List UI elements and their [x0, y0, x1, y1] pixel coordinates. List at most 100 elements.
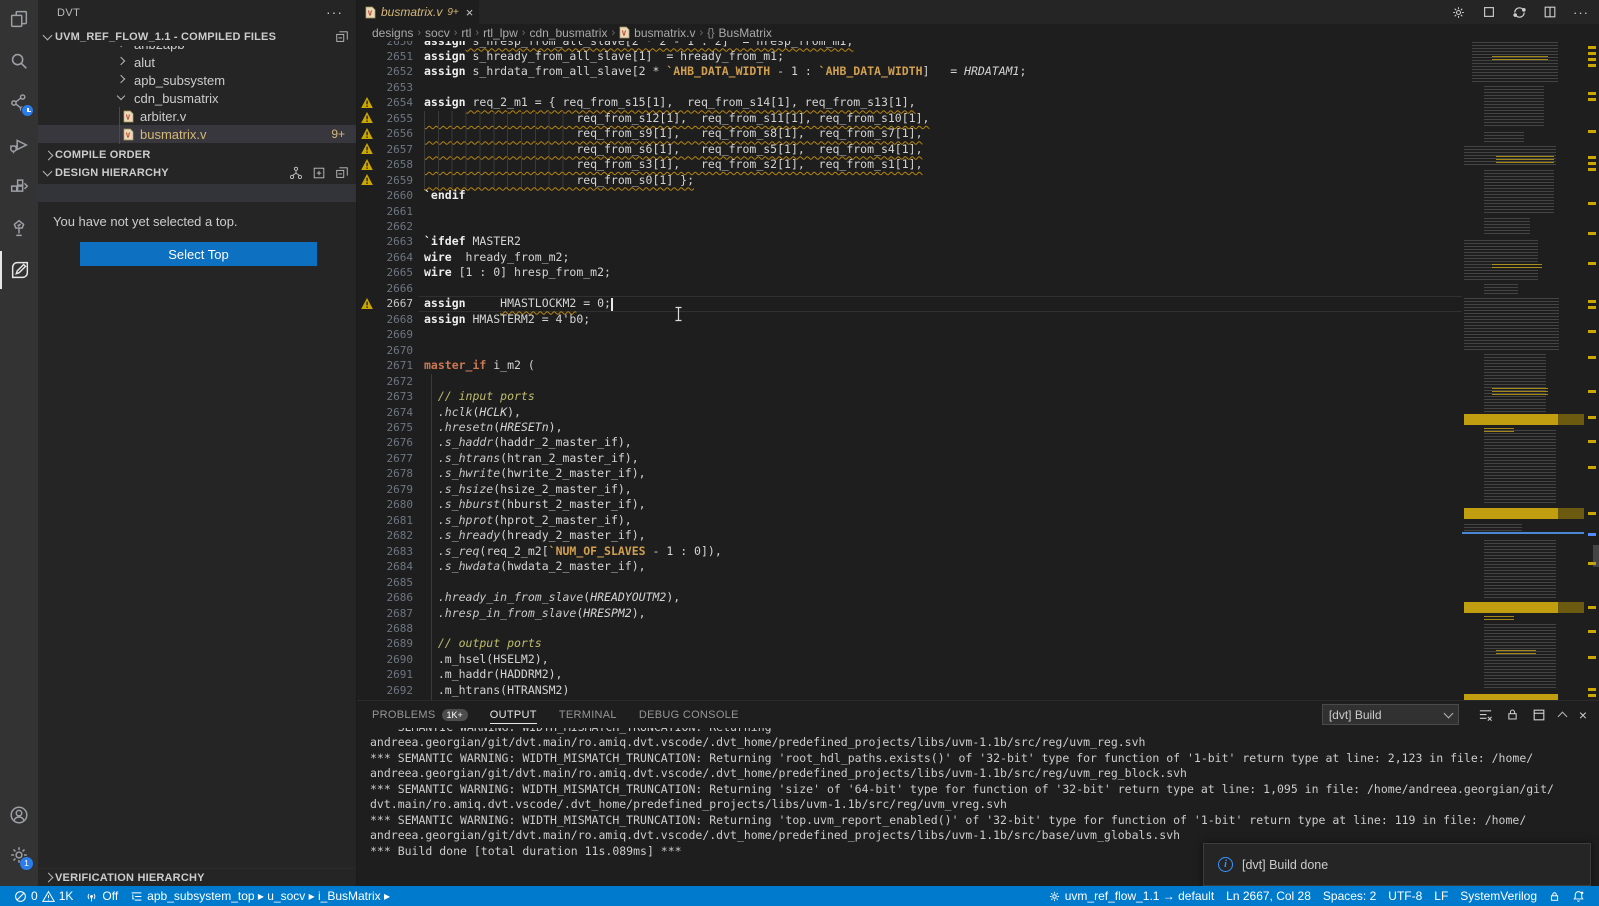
tree-item-apb_subsystem[interactable]: apb_subsystem — [38, 71, 357, 89]
code-line-2682[interactable]: 2682 .s_hready(hready_2_master_if), — [357, 528, 1462, 543]
indentation-status[interactable]: Spaces: 2 — [1317, 886, 1382, 906]
cursor-position-status[interactable]: Ln 2667, Col 28 — [1220, 886, 1317, 906]
code-line-2658[interactable]: 2658 req_from_s3[1], req_from_s2[1], req… — [357, 157, 1462, 172]
code-line-2688[interactable]: 2688 — [357, 621, 1462, 636]
account-icon[interactable] — [0, 796, 38, 834]
scrollbar-thumb[interactable] — [1593, 545, 1599, 567]
sync-icon[interactable] — [1512, 5, 1527, 20]
hierarchy-icon[interactable] — [289, 166, 303, 180]
output-channel-select[interactable]: [dvt] Build — [1322, 704, 1459, 725]
code-line-2686[interactable]: 2686 .hready_in_from_slave(HREADYOUTM2), — [357, 590, 1462, 605]
search-icon[interactable] — [0, 42, 38, 80]
tree-item-busmatrix-v[interactable]: Vbusmatrix.v9+ — [38, 125, 357, 143]
code-line-2667[interactable]: 2667assign HMASTLOCKM2 = 0; — [357, 296, 1462, 311]
code-line-2650[interactable]: 2650assign s_hresp_from_all_slave[2 * 2 … — [357, 41, 1462, 49]
section-compiled-files[interactable]: UVM_REF_FLOW_1.1 - COMPILED FILES — [38, 28, 357, 46]
extensions-icon[interactable] — [0, 168, 38, 206]
code-line-2666[interactable]: 2666 — [357, 281, 1462, 296]
code-line-2653[interactable]: 2653 — [357, 80, 1462, 95]
code-line-2680[interactable]: 2680 .s_hburst(hburst_2_master_if), — [357, 497, 1462, 512]
verification-tree-icon[interactable] — [0, 209, 38, 247]
code-line-2661[interactable]: 2661 — [357, 204, 1462, 219]
notification-toast[interactable]: i [dvt] Build done — [1203, 843, 1591, 886]
code-line-2669[interactable]: 2669 — [357, 327, 1462, 342]
code-line-2687[interactable]: 2687 .hresp_in_from_slave(HRESPM2), — [357, 606, 1462, 621]
tree-item-ahb2apb[interactable]: ahb2apb — [38, 46, 357, 53]
notifications-bell[interactable] — [1566, 886, 1591, 906]
encoding-status[interactable]: UTF-8 — [1382, 886, 1428, 906]
code-line-2674[interactable]: 2674 .hclk(HCLK), — [357, 405, 1462, 420]
code-line-2664[interactable]: 2664wire hready_from_m2; — [357, 250, 1462, 265]
clear-output-icon[interactable] — [1478, 707, 1493, 722]
code-line-2668[interactable]: 2668assign HMASTERM2 = 4'b0; — [357, 312, 1462, 327]
open-changes-icon[interactable] — [1482, 5, 1496, 19]
code-line-2657[interactable]: 2657 req_from_s6[1], req_from_s5[1], req… — [357, 142, 1462, 157]
code-line-2651[interactable]: 2651assign s_hready_from_all_slave[1] = … — [357, 49, 1462, 64]
breadcrumb[interactable]: designs›socv›rtl›rtl_lpw›cdn_busmatrix›V… — [357, 24, 1599, 41]
code-line-2676[interactable]: 2676 .s_haddr(haddr_2_master_if), — [357, 435, 1462, 450]
code-lines[interactable]: 2650assign s_hresp_from_all_slave[2 * 2 … — [357, 41, 1462, 700]
code-line-2684[interactable]: 2684 .s_hwdata(hwdata_2_master_if), — [357, 559, 1462, 574]
breadcrumb-item[interactable]: rtl — [461, 26, 471, 40]
maximize-panel-icon[interactable] — [1557, 712, 1567, 722]
scope-breadcrumb-status[interactable]: apb_subsystem_top ▸ u_socv ▸ i_BusMatrix… — [124, 886, 396, 906]
lock-icon[interactable] — [1506, 707, 1519, 722]
collapse-all-icon[interactable] — [335, 30, 349, 44]
code-line-2683[interactable]: 2683 .s_req(req_2_m2[`NUM_OF_SLAVES - 1 … — [357, 544, 1462, 559]
breadcrumb-item[interactable]: BusMatrix — [719, 26, 772, 40]
section-design-hierarchy[interactable]: DESIGN HIERARCHY — [38, 164, 357, 182]
tab-debug-console[interactable]: DEBUG CONSOLE — [639, 701, 739, 728]
close-panel-icon[interactable]: × — [1579, 707, 1587, 723]
more-actions-icon[interactable]: ··· — [1573, 5, 1589, 20]
breadcrumb-item[interactable]: designs — [372, 26, 413, 40]
code-line-2670[interactable]: 2670 — [357, 343, 1462, 358]
open-in-editor-icon[interactable] — [1532, 708, 1546, 722]
code-line-2691[interactable]: 2691 .m_haddr(HADDRM2), — [357, 667, 1462, 682]
breadcrumb-item[interactable]: cdn_busmatrix — [529, 26, 607, 40]
tab-output[interactable]: OUTPUT — [490, 701, 537, 728]
language-mode-status[interactable]: SystemVerilog — [1454, 886, 1543, 906]
settings-gear-icon[interactable]: 1 — [0, 836, 38, 874]
code-line-2652[interactable]: 2652assign s_hrdata_from_all_slave[2 * `… — [357, 64, 1462, 79]
code-line-2663[interactable]: 2663`ifdef MASTER2 — [357, 234, 1462, 249]
source-control-graph-icon[interactable] — [0, 84, 38, 122]
code-line-2659[interactable]: 2659 req_from_s0[1] }; — [357, 173, 1462, 188]
code-line-2654[interactable]: 2654assign req_2_m1 = { req_from_s15[1],… — [357, 95, 1462, 110]
explorer-icon[interactable] — [0, 0, 38, 38]
code-line-2692[interactable]: 2692 .m_htrans(HTRANSM2) — [357, 683, 1462, 698]
code-line-2675[interactable]: 2675 .hresetn(HRESETn), — [357, 420, 1462, 435]
close-icon[interactable]: × — [466, 5, 474, 20]
minimap[interactable] — [1462, 41, 1584, 700]
dvt-connection-status[interactable]: Off — [79, 886, 124, 906]
editor-lock-status[interactable] — [1543, 886, 1566, 906]
tree-item-cdn_busmatrix[interactable]: cdn_busmatrix — [38, 89, 357, 107]
code-line-2665[interactable]: 2665wire [1 : 0] hresp_from_m2; — [357, 265, 1462, 280]
split-editor-icon[interactable] — [1543, 5, 1557, 19]
section-compile-order[interactable]: COMPILE ORDER — [38, 146, 357, 164]
section-verification-hierarchy[interactable]: VERIFICATION HIERARCHY — [38, 868, 357, 886]
tab-terminal[interactable]: TERMINAL — [559, 701, 617, 728]
code-line-2679[interactable]: 2679 .s_hsize(hsize_2_master_if), — [357, 482, 1462, 497]
code-line-2671[interactable]: 2671master_if i_m2 ( — [357, 358, 1462, 373]
select-top-button[interactable]: Select Top — [80, 242, 317, 266]
code-line-2672[interactable]: 2672 — [357, 374, 1462, 389]
breadcrumb-item[interactable]: socv — [425, 26, 450, 40]
more-actions-icon[interactable]: ··· — [326, 4, 343, 20]
problems-status[interactable]: 01K — [8, 886, 79, 906]
code-line-2690[interactable]: 2690 .m_hsel(HSELM2), — [357, 652, 1462, 667]
code-editor[interactable]: 2650assign s_hresp_from_all_slave[2 * 2 … — [357, 41, 1599, 700]
breadcrumb-item[interactable]: rtl_lpw — [483, 26, 518, 40]
code-line-2656[interactable]: 2656 req_from_s9[1], req_from_s8[1], req… — [357, 126, 1462, 141]
tree-item-alut[interactable]: alut — [38, 53, 357, 71]
tab-busmatrix[interactable]: V busmatrix.v 9+ × — [357, 0, 479, 24]
code-line-2678[interactable]: 2678 .s_hwrite(hwrite_2_master_if), — [357, 466, 1462, 481]
design-hierarchy-empty-row[interactable] — [38, 184, 357, 202]
code-line-2655[interactable]: 2655 req_from_s12[1], req_from_s11[1], r… — [357, 111, 1462, 126]
gear-icon[interactable] — [1451, 5, 1466, 20]
run-debug-icon[interactable] — [0, 126, 38, 164]
tab-problems[interactable]: PROBLEMS 1K+ — [372, 701, 468, 728]
build-config-status[interactable]: uvm_ref_flow_1.1 → default — [1042, 886, 1220, 906]
eol-status[interactable]: LF — [1428, 886, 1454, 906]
code-line-2681[interactable]: 2681 .s_hprot(hprot_2_master_if), — [357, 513, 1462, 528]
breadcrumb-item[interactable]: busmatrix.v — [634, 26, 695, 40]
